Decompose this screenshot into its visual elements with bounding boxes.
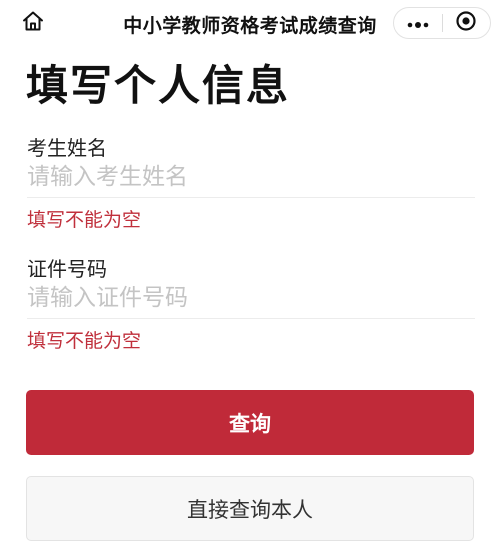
target-close-icon <box>455 10 477 36</box>
name-divider <box>27 197 475 198</box>
more-button[interactable] <box>394 8 442 38</box>
home-icon <box>21 9 45 37</box>
capsule-menu <box>393 7 491 39</box>
id-number-error: 填写不能为空 <box>27 330 142 352</box>
name-label: 考生姓名 <box>27 136 107 160</box>
home-button[interactable] <box>20 10 46 36</box>
nav-title: 中小学教师资格考试成绩查询 <box>123 15 377 37</box>
name-error: 填写不能为空 <box>27 209 142 231</box>
id-number-input[interactable] <box>27 280 475 316</box>
close-button[interactable] <box>442 8 490 38</box>
more-dots-icon <box>407 14 429 33</box>
id-number-divider <box>27 318 475 319</box>
navigation-bar: 中小学教师资格考试成绩查询 <box>0 0 500 46</box>
name-input[interactable] <box>27 159 475 195</box>
page-title: 填写个人信息 <box>26 61 291 110</box>
query-self-button[interactable]: 直接查询本人 <box>26 476 474 541</box>
id-number-label: 证件号码 <box>27 257 107 281</box>
query-button[interactable]: 查询 <box>26 390 474 455</box>
